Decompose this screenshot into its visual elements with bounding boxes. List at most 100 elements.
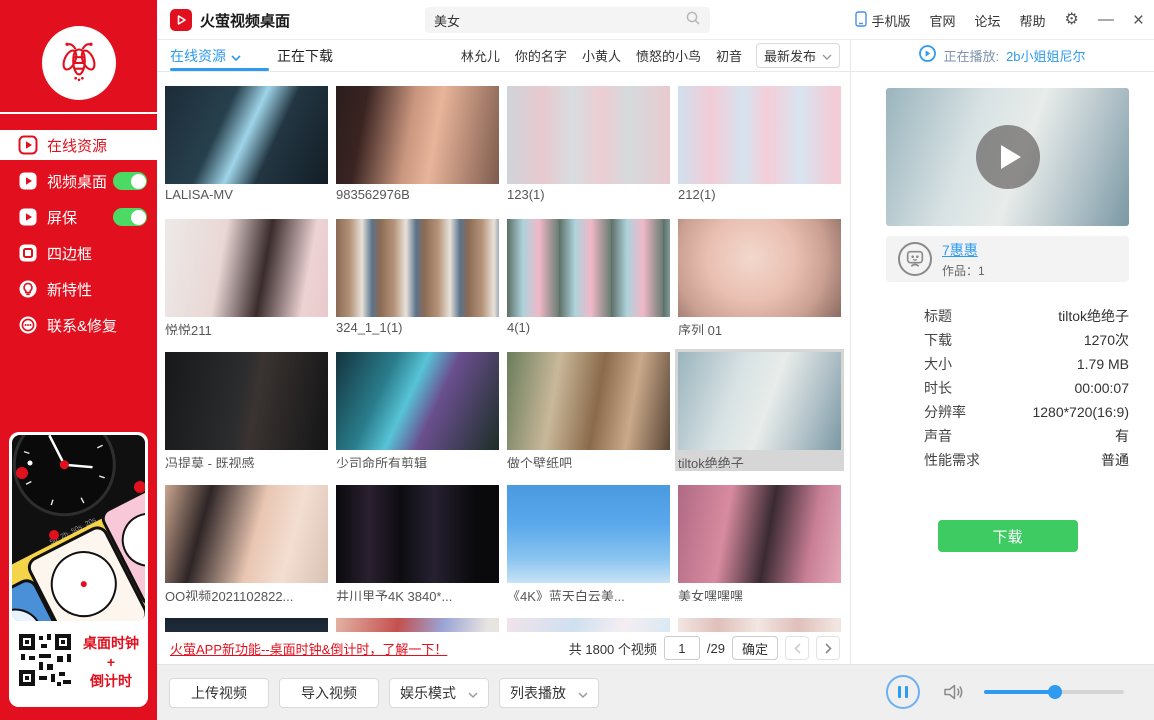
detail-row: 性能需求普通 bbox=[924, 448, 1129, 472]
video-card[interactable]: 《4K》蓝天白云美... bbox=[507, 485, 670, 601]
minimize-button[interactable]: — bbox=[1098, 12, 1114, 28]
video-thumbnail[interactable] bbox=[507, 352, 670, 450]
upload-video-button[interactable]: 上传视频 bbox=[169, 678, 269, 708]
author-avatar[interactable] bbox=[898, 242, 932, 276]
volume-icon[interactable] bbox=[942, 682, 964, 702]
volume-slider[interactable] bbox=[984, 690, 1124, 694]
video-card[interactable]: 123(1) bbox=[507, 86, 670, 202]
tab-online-resources[interactable]: 在线资源 bbox=[170, 46, 241, 66]
video-thumbnail[interactable] bbox=[678, 219, 841, 317]
video-thumbnail[interactable] bbox=[165, 352, 328, 450]
video-card[interactable] bbox=[165, 618, 328, 632]
detail-row: 时长00:00:07 bbox=[924, 376, 1129, 400]
video-card[interactable]: 井川里予4K 3840*... bbox=[336, 485, 499, 601]
close-button[interactable]: × bbox=[1133, 11, 1144, 30]
video-thumbnail[interactable] bbox=[336, 219, 499, 317]
video-card-selected[interactable]: tiltok绝绝子 bbox=[678, 352, 841, 468]
play-button-overlay[interactable] bbox=[976, 125, 1040, 189]
video-thumbnail[interactable] bbox=[336, 618, 499, 632]
sidebar-item-video-desktop[interactable]: 视频桌面 bbox=[0, 166, 157, 196]
video-thumbnail[interactable] bbox=[507, 618, 670, 632]
sidebar-item-contact-repair[interactable]: 联系&修复 bbox=[0, 310, 157, 340]
video-card[interactable]: 悦悦211 bbox=[165, 219, 328, 335]
app-window: 在线资源 视频桌面 屏保 四边框 bbox=[0, 0, 1154, 720]
sidebar-item-screensaver[interactable]: 屏保 bbox=[0, 202, 157, 232]
video-title: tiltok绝绝子 bbox=[678, 453, 841, 468]
page-number-input[interactable] bbox=[664, 636, 700, 660]
video-thumbnail[interactable] bbox=[507, 219, 670, 317]
video-card[interactable]: 324_1_1(1) bbox=[336, 219, 499, 335]
search-bar[interactable] bbox=[425, 7, 710, 33]
video-thumbnail[interactable] bbox=[336, 485, 499, 583]
video-card[interactable]: 做个壁纸吧 bbox=[507, 352, 670, 468]
prev-page-button[interactable] bbox=[785, 636, 809, 660]
video-thumbnail[interactable] bbox=[678, 352, 841, 450]
video-thumbnail[interactable] bbox=[678, 618, 841, 632]
play-icon bbox=[1001, 145, 1021, 169]
video-card[interactable]: 983562976B bbox=[336, 86, 499, 202]
video-thumbnail[interactable] bbox=[678, 485, 841, 583]
volume-slider-thumb[interactable] bbox=[1048, 685, 1062, 699]
detail-row: 分辨率1280*720(16:9) bbox=[924, 400, 1129, 424]
video-card[interactable]: 少司命所有剪辑 bbox=[336, 352, 499, 468]
quick-link[interactable]: 你的名字 bbox=[515, 46, 567, 65]
settings-gear-icon[interactable]: ⚙ bbox=[1065, 12, 1079, 28]
video-thumbnail[interactable] bbox=[165, 618, 328, 632]
video-card[interactable] bbox=[507, 618, 670, 632]
video-card[interactable]: 4(1) bbox=[507, 219, 670, 335]
search-icon[interactable] bbox=[685, 10, 701, 31]
quick-link[interactable]: 愤怒的小鸟 bbox=[636, 46, 701, 65]
confirm-page-button[interactable]: 确定 bbox=[732, 636, 778, 660]
search-input[interactable] bbox=[434, 13, 685, 28]
import-video-button[interactable]: 导入视频 bbox=[279, 678, 379, 708]
play-mode-dropdown[interactable]: 列表播放 bbox=[499, 678, 599, 708]
mode-dropdown[interactable]: 娱乐模式 bbox=[389, 678, 489, 708]
video-card[interactable]: 212(1) bbox=[678, 86, 841, 202]
mobile-version-link[interactable]: 手机版 bbox=[855, 11, 910, 30]
video-card[interactable] bbox=[678, 618, 841, 632]
forum-link[interactable]: 论坛 bbox=[975, 11, 1001, 30]
video-thumbnail[interactable] bbox=[165, 86, 328, 184]
video-thumbnail[interactable] bbox=[165, 219, 328, 317]
video-thumbnail[interactable] bbox=[507, 86, 670, 184]
tab-downloading[interactable]: 正在下载 bbox=[277, 46, 333, 66]
video-thumbnail[interactable] bbox=[165, 485, 328, 583]
video-grid[interactable]: LALISA-MV 983562976B 123(1) 212(1) 悦悦211… bbox=[157, 72, 850, 632]
video-title: QQ视频2021102822... bbox=[165, 586, 328, 601]
video-thumbnail[interactable] bbox=[507, 485, 670, 583]
quick-link[interactable]: 小黄人 bbox=[582, 46, 621, 65]
promo-banner[interactable]: 5d· 2h· 50s· 20s bbox=[9, 432, 148, 707]
next-page-button[interactable] bbox=[816, 636, 840, 660]
video-card[interactable]: 冯提莫 - 既视感 bbox=[165, 352, 328, 468]
sidebar-item-online-resources[interactable]: 在线资源 bbox=[0, 130, 157, 160]
now-playing-title[interactable]: 2b小姐姐尼尔 bbox=[1006, 46, 1085, 65]
sidebar-item-frame[interactable]: 四边框 bbox=[0, 238, 157, 268]
play-icon bbox=[18, 207, 38, 227]
sidebar-item-new-features[interactable]: 新特性 bbox=[0, 274, 157, 304]
download-button[interactable]: 下载 bbox=[938, 520, 1078, 552]
promo-line1: 桌面时钟 bbox=[80, 634, 142, 653]
video-card[interactable]: 美女嘿嘿嘿 bbox=[678, 485, 841, 601]
video-thumbnail[interactable] bbox=[678, 86, 841, 184]
promo-plus: + bbox=[80, 653, 142, 672]
video-card[interactable]: 序列 01 bbox=[678, 219, 841, 335]
video-card[interactable]: QQ视频2021102822... bbox=[165, 485, 328, 601]
announcement-link[interactable]: 火萤APP新功能--桌面时钟&倒计时，了解一下！ bbox=[170, 639, 447, 658]
official-site-link[interactable]: 官网 bbox=[930, 11, 956, 30]
video-card[interactable] bbox=[336, 618, 499, 632]
video-thumbnail[interactable] bbox=[336, 352, 499, 450]
pause-button[interactable] bbox=[886, 675, 920, 709]
video-preview[interactable] bbox=[886, 88, 1129, 226]
help-link[interactable]: 帮助 bbox=[1020, 11, 1046, 30]
quick-link[interactable]: 初音 bbox=[716, 46, 742, 65]
grid-footer: 火萤APP新功能--桌面时钟&倒计时，了解一下！ 共 1800 个视频 /29 … bbox=[157, 632, 850, 664]
quick-link[interactable]: 林允儿 bbox=[461, 46, 500, 65]
video-thumbnail[interactable] bbox=[336, 86, 499, 184]
now-playing-label: 正在播放: bbox=[943, 46, 999, 65]
chevron-down-icon bbox=[578, 685, 588, 701]
sort-dropdown[interactable]: 最新发布 bbox=[756, 43, 840, 68]
screensaver-toggle[interactable] bbox=[113, 208, 147, 226]
video-card[interactable]: LALISA-MV bbox=[165, 86, 328, 202]
video-desktop-toggle[interactable] bbox=[113, 172, 147, 190]
author-name-link[interactable]: 7惠惠 bbox=[942, 240, 985, 260]
